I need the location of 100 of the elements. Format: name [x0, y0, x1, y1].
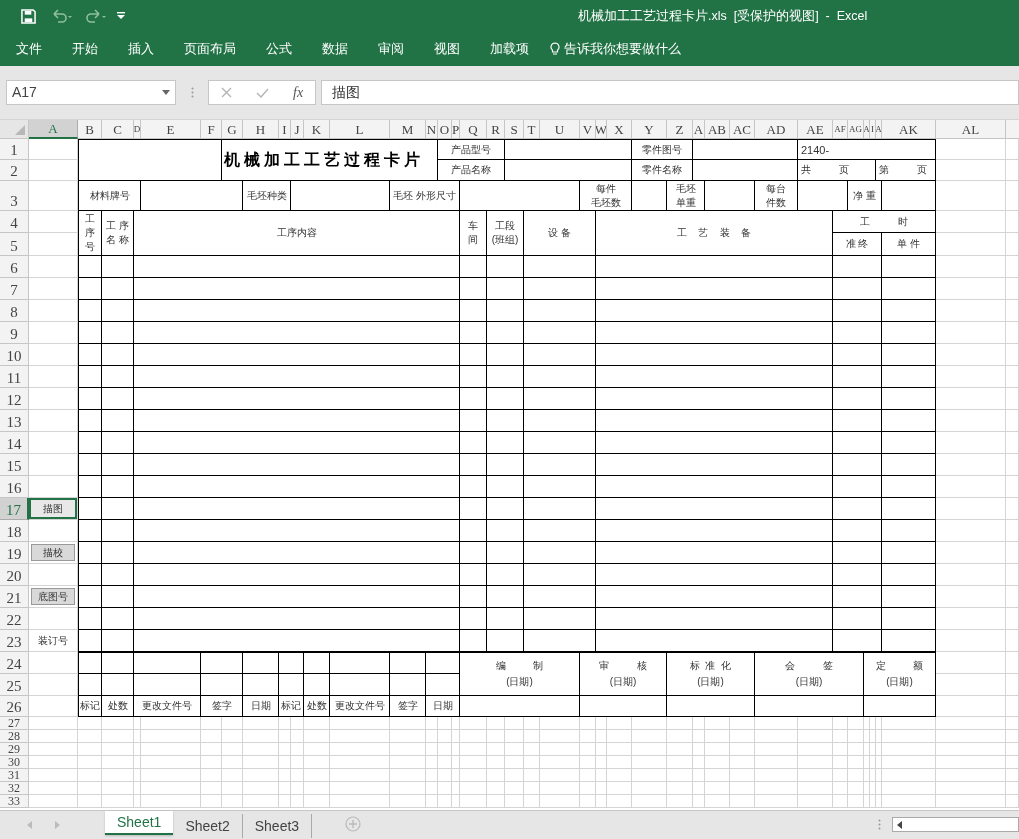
sheet-cell[interactable] — [667, 769, 693, 782]
sheet-cell[interactable] — [390, 717, 426, 730]
form-cell[interactable] — [243, 674, 279, 696]
sheet-cell[interactable] — [705, 769, 730, 782]
form-cell[interactable] — [134, 586, 460, 608]
sheet-cell[interactable] — [1006, 586, 1019, 608]
sheet-cell[interactable] — [134, 730, 141, 743]
form-cell[interactable] — [524, 520, 596, 542]
sheet-cell[interactable] — [667, 717, 693, 730]
form-cell[interactable] — [833, 432, 882, 454]
sheet-cell[interactable] — [755, 730, 798, 743]
sheet-cell[interactable] — [201, 743, 222, 756]
sheet-cell[interactable] — [936, 256, 1006, 278]
form-cell[interactable] — [201, 674, 243, 696]
sheet-cell[interactable] — [936, 782, 1006, 795]
sheet-cell[interactable] — [1006, 696, 1019, 717]
form-cell[interactable] — [524, 432, 596, 454]
sheet-cell[interactable] — [487, 782, 505, 795]
sheet-cell[interactable] — [460, 795, 487, 808]
sheet-cell[interactable] — [936, 795, 1006, 808]
sheet-cell[interactable] — [936, 160, 1006, 181]
form-cell[interactable] — [524, 322, 596, 344]
sheet-cell[interactable] — [29, 608, 78, 630]
sheet-cell[interactable] — [730, 730, 755, 743]
form-cell[interactable] — [460, 344, 487, 366]
form-cell[interactable] — [705, 181, 755, 211]
form-cell[interactable] — [833, 454, 882, 476]
sheet-cell[interactable] — [580, 743, 596, 756]
form-cell[interactable] — [882, 181, 936, 211]
sheet-cell[interactable] — [134, 769, 141, 782]
sheet-tab[interactable]: Sheet2 — [173, 814, 243, 838]
sheet-cell[interactable] — [29, 782, 78, 795]
form-cell[interactable] — [304, 652, 330, 674]
sheet-cell[interactable] — [243, 795, 279, 808]
ribbon-tab[interactable]: 审阅 — [363, 32, 419, 66]
sheet-cell[interactable] — [487, 717, 505, 730]
sheet-cell[interactable] — [452, 730, 460, 743]
sheet-cell[interactable] — [667, 730, 693, 743]
sheet-cell[interactable] — [505, 717, 524, 730]
sheet-cell[interactable] — [876, 756, 882, 769]
sheet-cell[interactable] — [755, 795, 798, 808]
row-header[interactable]: 26 — [0, 696, 29, 717]
sheet-cell[interactable] — [876, 795, 882, 808]
form-cell[interactable] — [882, 256, 936, 278]
sheet-cell[interactable] — [1006, 717, 1019, 730]
form-cell[interactable] — [460, 432, 487, 454]
form-cell[interactable] — [460, 300, 487, 322]
form-cell[interactable] — [833, 388, 882, 410]
form-cell[interactable] — [78, 674, 102, 696]
row-header[interactable]: 24 — [0, 652, 29, 674]
sheet-cell[interactable] — [201, 795, 222, 808]
ribbon-tab[interactable]: 公式 — [251, 32, 307, 66]
form-cell[interactable] — [864, 696, 936, 717]
sheet-cell[interactable] — [870, 756, 876, 769]
form-cell[interactable] — [524, 476, 596, 498]
insert-function-button[interactable]: fx — [293, 82, 304, 103]
sheet-cell[interactable] — [870, 769, 876, 782]
form-cell[interactable] — [487, 300, 524, 322]
sheet-cell[interactable] — [936, 388, 1006, 410]
sheet-cell[interactable] — [1006, 743, 1019, 756]
row-header[interactable]: 20 — [0, 564, 29, 586]
row-header[interactable]: 7 — [0, 278, 29, 300]
sheet-cell[interactable] — [291, 717, 304, 730]
form-cell[interactable] — [596, 498, 833, 520]
column-header[interactable]: N — [426, 120, 438, 139]
sheet-cell[interactable] — [452, 769, 460, 782]
form-cell[interactable] — [524, 366, 596, 388]
sheet-cell[interactable] — [632, 717, 667, 730]
sheet-cell[interactable] — [596, 795, 607, 808]
sheet-cell[interactable] — [632, 756, 667, 769]
column-header[interactable]: AB — [705, 120, 730, 139]
sheet-cell[interactable] — [426, 769, 438, 782]
sheet-cell[interactable] — [452, 782, 460, 795]
form-cell[interactable] — [882, 564, 936, 586]
form-cell[interactable] — [102, 300, 134, 322]
sheet-cell[interactable] — [833, 795, 848, 808]
form-cell[interactable] — [693, 139, 798, 160]
sheet-cell[interactable] — [607, 795, 632, 808]
sheet-cell[interactable] — [452, 717, 460, 730]
sheet-cell[interactable] — [243, 756, 279, 769]
sheet-cell[interactable] — [291, 782, 304, 795]
sheet-cell[interactable] — [78, 743, 102, 756]
sheet-cell[interactable] — [243, 730, 279, 743]
sheet-cell[interactable] — [141, 795, 201, 808]
sheet-cell[interactable] — [505, 782, 524, 795]
form-cell[interactable] — [102, 432, 134, 454]
form-cell[interactable] — [330, 674, 390, 696]
sheet-cell[interactable] — [426, 730, 438, 743]
form-cell[interactable] — [426, 674, 460, 696]
ribbon-tab[interactable]: 数据 — [307, 32, 363, 66]
sheet-cell[interactable] — [291, 756, 304, 769]
form-cell[interactable] — [596, 344, 833, 366]
form-cell[interactable] — [487, 388, 524, 410]
sheet-cell[interactable] — [936, 696, 1006, 717]
form-cell[interactable] — [390, 674, 426, 696]
column-header[interactable]: AC — [730, 120, 755, 139]
column-header[interactable]: G — [222, 120, 243, 139]
form-cell[interactable] — [487, 564, 524, 586]
form-cell[interactable] — [201, 652, 243, 674]
form-cell[interactable] — [596, 278, 833, 300]
